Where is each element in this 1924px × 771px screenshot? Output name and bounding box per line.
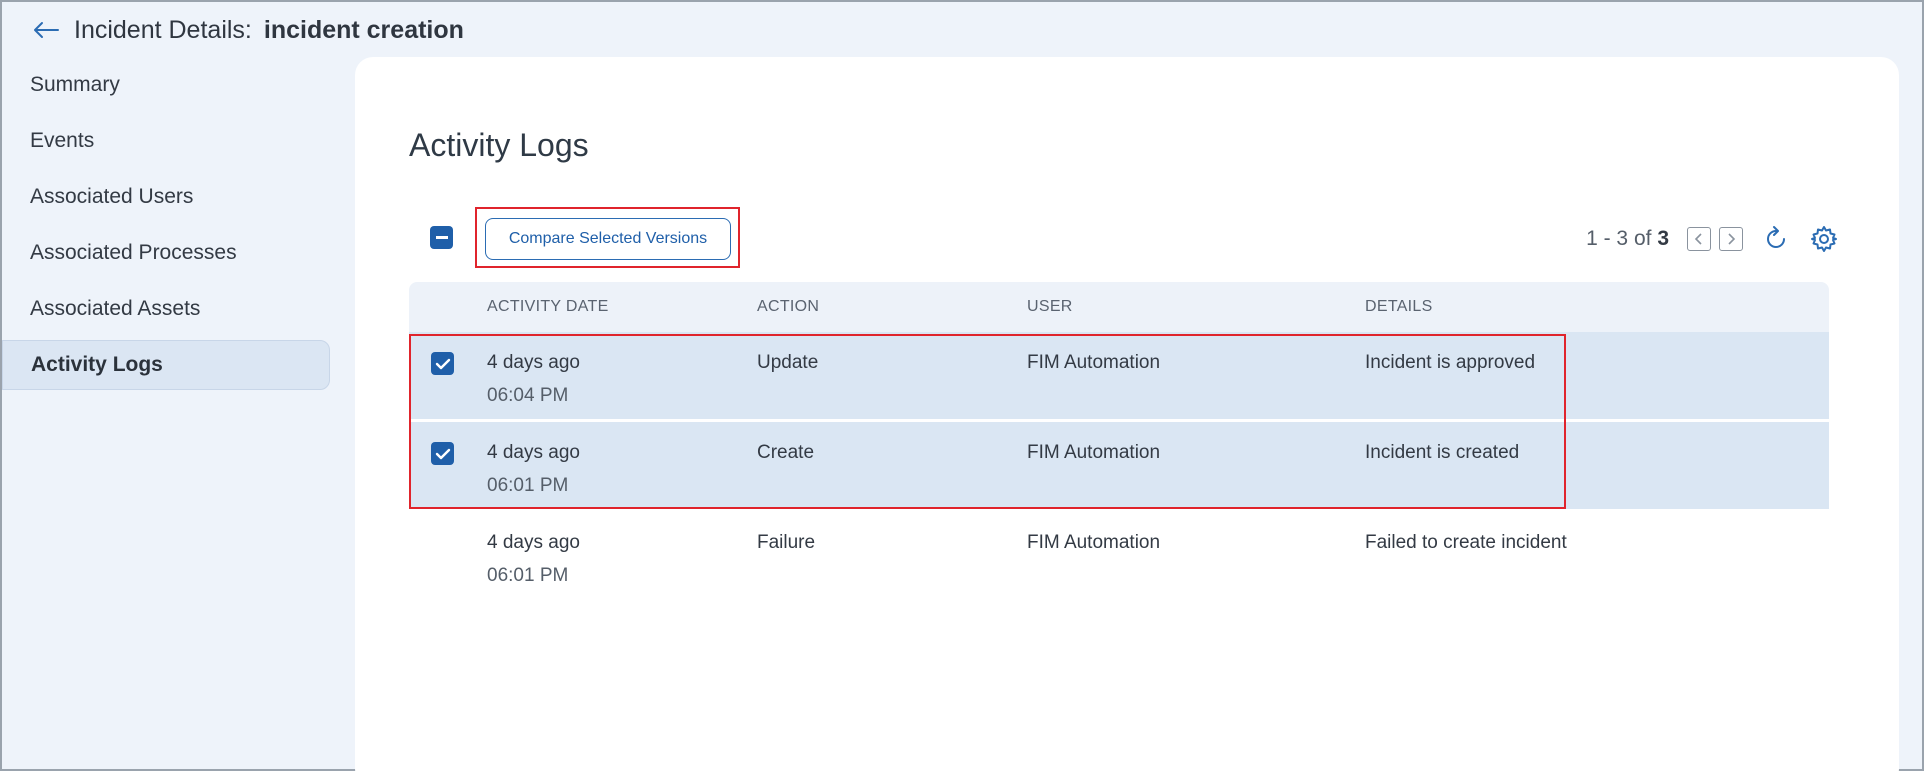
activity-user: FIM Automation [1027, 352, 1161, 373]
column-header-action[interactable]: ACTION [757, 298, 819, 316]
sidebar-item-label: Associated Processes [30, 241, 237, 264]
chevron-right-icon [1728, 233, 1736, 245]
page-header: Incident Details: incident creation [32, 12, 464, 48]
activity-date: 4 days ago [487, 532, 580, 553]
activity-details: Incident is created [1365, 442, 1520, 463]
sidebar-item-summary[interactable]: Summary [2, 60, 330, 110]
sidebar-item-associated-processes[interactable]: Associated Processes [2, 228, 330, 278]
column-header-activity-date[interactable]: ACTIVITY DATE [487, 298, 609, 316]
pagination-range: 1 - 3 of [1586, 227, 1652, 250]
activity-logs-table: ACTIVITY DATE ACTION USER DETAILS 4 days… [409, 282, 1829, 602]
refresh-icon [1767, 226, 1785, 248]
activity-action: Update [757, 352, 819, 373]
select-all-checkbox[interactable] [430, 226, 453, 249]
next-page-button[interactable] [1719, 227, 1743, 251]
prev-page-button[interactable] [1687, 227, 1711, 251]
activity-date: 4 days ago [487, 352, 580, 373]
pagination: 1 - 3 of 3 [1586, 224, 1839, 254]
column-header-user[interactable]: USER [1027, 298, 1073, 316]
activity-date: 4 days ago [487, 442, 580, 463]
compare-selected-versions-button[interactable]: Compare Selected Versions [485, 218, 731, 260]
activity-time: 06:04 PM [487, 385, 569, 406]
activity-time: 06:01 PM [487, 565, 569, 586]
gear-icon [1811, 226, 1837, 252]
activity-user: FIM Automation [1027, 442, 1161, 463]
table-row[interactable]: 4 days ago 06:01 PM Create FIM Automatio… [409, 422, 1829, 512]
table-header: ACTIVITY DATE ACTION USER DETAILS [409, 282, 1829, 332]
refresh-button[interactable] [1761, 224, 1791, 254]
page-title-prefix: Incident Details: [74, 15, 252, 44]
sidebar-item-activity-logs[interactable]: Activity Logs [2, 340, 330, 390]
sidebar-item-label: Activity Logs [31, 353, 163, 376]
sidebar-item-label: Associated Assets [30, 297, 201, 320]
sidebar-item-associated-assets[interactable]: Associated Assets [2, 284, 330, 334]
sidebar-item-associated-users[interactable]: Associated Users [2, 172, 330, 222]
pagination-text: 1 - 3 of 3 [1586, 227, 1669, 251]
activity-details: Incident is approved [1365, 352, 1536, 373]
checkmark-icon [435, 358, 450, 369]
activity-time: 06:01 PM [487, 475, 569, 496]
sidebar: Summary Events Associated Users Associat… [2, 54, 330, 396]
section-title: Activity Logs [409, 127, 589, 163]
minus-icon [435, 236, 448, 239]
activity-action: Create [757, 442, 815, 463]
pagination-total: 3 [1657, 227, 1669, 250]
checkmark-icon [435, 448, 450, 459]
sidebar-item-label: Events [30, 129, 95, 152]
table-row[interactable]: 4 days ago 06:04 PM Update FIM Automatio… [409, 332, 1829, 422]
back-arrow-icon[interactable] [32, 20, 60, 40]
page-title: incident creation [263, 15, 464, 44]
activity-logs-panel: Activity Logs Compare Selected Versions … [355, 57, 1899, 771]
table-row[interactable]: 4 days ago 06:01 PM Failure FIM Automati… [409, 512, 1829, 602]
sidebar-item-label: Summary [30, 73, 120, 96]
sidebar-item-events[interactable]: Events [2, 116, 330, 166]
activity-action: Failure [757, 532, 816, 553]
row-checkbox[interactable] [431, 352, 454, 375]
chevron-left-icon [1694, 233, 1702, 245]
activity-details: Failed to create incident [1365, 532, 1567, 553]
column-header-details[interactable]: DETAILS [1365, 298, 1433, 316]
sidebar-item-label: Associated Users [30, 185, 194, 208]
settings-button[interactable] [1809, 224, 1839, 254]
row-checkbox[interactable] [431, 442, 454, 465]
activity-user: FIM Automation [1027, 532, 1161, 553]
